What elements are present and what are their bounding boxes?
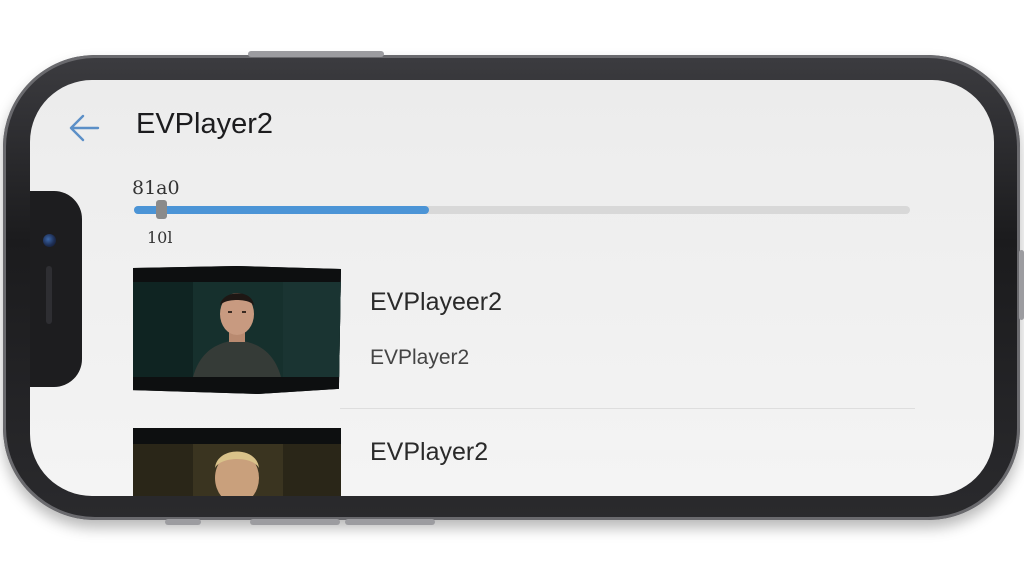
camera-icon (43, 234, 56, 247)
power-button (1019, 250, 1024, 320)
speaker-grille (46, 266, 52, 324)
phone-notch (30, 191, 82, 387)
progress-slider[interactable] (134, 200, 910, 219)
side-button (345, 519, 435, 525)
video-title: EVPlayeer2 (370, 288, 503, 316)
time-label: 81a0 (132, 177, 180, 199)
side-button (250, 519, 340, 525)
video-title: EVPlayer2 (370, 438, 489, 466)
progress-sub-label: 10l (147, 228, 173, 247)
video-list-item[interactable]: EVPlayer2 (133, 428, 943, 496)
video-list-item[interactable]: EVPlayeer2 EVPlayer2 (133, 266, 943, 396)
arrow-left-icon[interactable] (66, 110, 102, 146)
volume-button (248, 51, 384, 57)
side-button (165, 519, 201, 525)
screen: EVPlayer2 81a0 10l EVPlayeer2 EVPlayer2 (30, 80, 994, 496)
list-divider (340, 408, 915, 409)
video-subtitle: EVPlayer2 (370, 346, 470, 369)
progress-fill (134, 206, 429, 214)
page-title: EVPlayer2 (136, 108, 274, 140)
video-thumbnail (133, 266, 341, 394)
video-thumbnail (133, 428, 341, 496)
progress-handle[interactable] (156, 200, 167, 219)
